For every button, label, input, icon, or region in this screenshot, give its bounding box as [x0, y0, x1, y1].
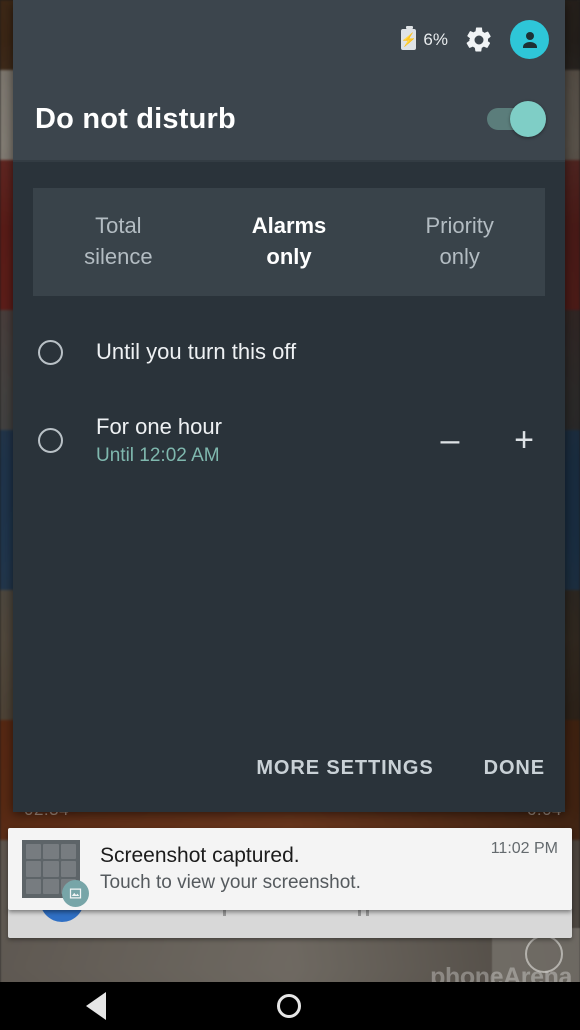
dialog-actions: MORE SETTINGS DONE	[256, 757, 545, 780]
mode-alarms-only-line1: Alarms	[251, 213, 327, 239]
radio-one-hour[interactable]	[38, 427, 63, 453]
battery-charging-icon: ⚡	[401, 26, 417, 50]
mode-total-silence-line2: silence	[84, 244, 153, 269]
system-navigation-bar	[0, 982, 580, 1030]
image-icon	[62, 880, 89, 907]
duration-option-one-hour-text: For one hour Until 12:02 AM	[96, 413, 222, 468]
dialog-header: Do not disturb	[13, 78, 565, 162]
peek-avatar-blob	[40, 908, 84, 922]
notification-card-peek[interactable]	[8, 908, 572, 938]
dnd-mode-selector: Total silence Alarms only Priority only	[33, 188, 545, 296]
mode-total-silence[interactable]: Total silence	[33, 188, 204, 296]
mode-alarms-only-line2: only	[266, 244, 312, 269]
gear-icon[interactable]	[464, 25, 494, 55]
do-not-disturb-dialog: ⚡ 6% Do not disturb Total silence Alarms…	[13, 0, 565, 812]
home-button[interactable]	[276, 994, 301, 1018]
duration-option-one-hour[interactable]: For one hour Until 12:02 AM – +	[33, 406, 545, 474]
mode-priority-only[interactable]: Priority only	[374, 188, 545, 296]
android-screen: 02:34 6:04 ⚡ 6%	[0, 0, 580, 1030]
duration-option-until-off[interactable]: Until you turn this off	[33, 318, 545, 386]
notification-title: Screenshot captured.	[100, 844, 300, 867]
screenshot-notification[interactable]: Screenshot captured. Touch to view your …	[8, 828, 572, 910]
toggle-thumb	[510, 101, 546, 137]
duration-options: Until you turn this off For one hour Unt…	[13, 318, 565, 474]
mode-priority-only-line2: only	[439, 244, 480, 269]
screenshot-thumbnail[interactable]	[22, 840, 89, 907]
done-button[interactable]: DONE	[484, 757, 545, 780]
status-bar-icons: ⚡ 6%	[401, 20, 549, 59]
radio-until-off[interactable]	[38, 339, 63, 365]
duration-option-one-hour-label: For one hour	[96, 413, 222, 439]
more-settings-button[interactable]: MORE SETTINGS	[256, 757, 433, 780]
dnd-master-toggle[interactable]	[487, 101, 546, 137]
page-title: Do not disturb	[35, 102, 236, 135]
duration-option-one-hour-until: Until 12:02 AM	[96, 445, 220, 467]
duration-option-until-off-label: Until you turn this off	[96, 339, 297, 365]
duration-option-until-off-text: Until you turn this off	[96, 338, 296, 366]
mode-total-silence-line1: Total	[95, 213, 142, 239]
notification-subtitle: Touch to view your screenshot.	[100, 872, 361, 894]
mode-priority-only-line1: Priority	[425, 213, 494, 239]
back-button[interactable]	[85, 992, 106, 1020]
battery-percent-label: 6%	[423, 29, 448, 49]
decrease-duration-button[interactable]: –	[433, 423, 467, 457]
notification-timestamp: 11:02 PM	[490, 840, 558, 857]
battery-status: ⚡ 6%	[401, 26, 448, 50]
mode-alarms-only[interactable]: Alarms only	[204, 188, 375, 296]
user-avatar-icon[interactable]	[510, 20, 549, 59]
increase-duration-button[interactable]: +	[507, 423, 541, 457]
status-bar: ⚡ 6%	[13, 0, 565, 78]
duration-stepper: – +	[433, 423, 541, 457]
notification-body: Screenshot captured. Touch to view your …	[100, 843, 491, 895]
